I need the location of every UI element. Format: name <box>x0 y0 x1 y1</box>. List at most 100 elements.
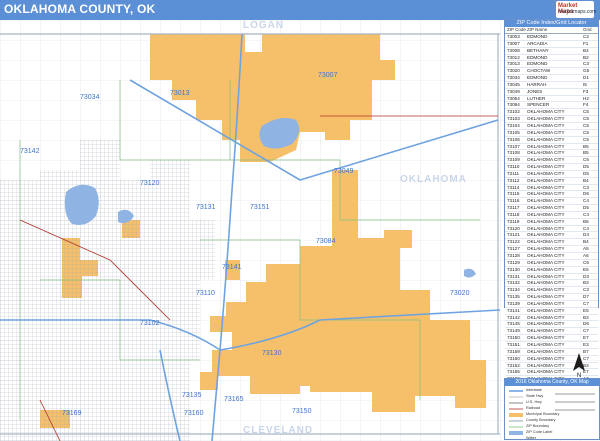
locator-row: 73130 OKLAHOMA CITY E6 <box>505 267 598 274</box>
row-grid: D6 <box>583 321 589 327</box>
locator-row: 73102 OKLAHOMA CITY C5 <box>505 109 598 117</box>
locator-row: 73007 ARCADIA F1 <box>505 41 598 48</box>
zip-label: 73135 <box>182 392 202 399</box>
locator-row: 73145 OKLAHOMA CITY D6 <box>505 321 598 329</box>
row-name: OKLAHOMA CITY <box>527 341 565 347</box>
locator-row: 73003 EDMOND C2 <box>505 34 598 41</box>
locator-row: 73116 OKLAHOMA CITY C4 <box>505 198 598 206</box>
row-grid: C2 <box>583 34 589 39</box>
row-grid: B5 <box>583 143 589 149</box>
brand-url: marketmaps.com <box>558 9 597 15</box>
locator-row: 73105 OKLAHOMA CITY C5 <box>505 130 598 137</box>
row-grid: D5 <box>583 205 589 211</box>
row-zip: 73106 <box>507 136 520 142</box>
locator-row: 73149 OKLAHOMA CITY C7 <box>505 328 598 336</box>
col-name-header: ZIP Name <box>527 27 548 32</box>
row-zip: 73107 <box>507 143 520 149</box>
row-zip: 73105 <box>507 129 520 135</box>
row-name: OKLAHOMA CITY <box>527 205 565 211</box>
county-label-north: LOGAN <box>243 20 285 31</box>
locator-row: 73013 EDMOND C3 <box>505 61 598 69</box>
row-name: LUTHER <box>527 95 546 101</box>
locator-row: 73134 OKLAHOMA CITY C3 <box>505 287 598 295</box>
row-name: OKLAHOMA CITY <box>527 109 565 115</box>
legend-item: Railroad <box>526 406 541 410</box>
locator-row: 73121 OKLAHOMA CITY D4 <box>505 232 598 240</box>
map-legend: 2016 Oklahoma County, OK Map Interstate S… <box>504 378 600 440</box>
locator-row: 73108 OKLAHOMA CITY B5 <box>505 150 598 158</box>
row-zip: 73142 <box>507 314 520 320</box>
row-name: OKLAHOMA CITY <box>527 300 565 306</box>
row-zip: 73149 <box>507 328 520 334</box>
locator-row: 73135 OKLAHOMA CITY D7 <box>505 294 598 301</box>
legend-item: State Hwy <box>526 394 544 398</box>
row-name: OKLAHOMA CITY <box>527 314 565 320</box>
row-grid: E5 <box>583 307 589 313</box>
row-grid: D1 <box>583 75 589 81</box>
row-zip: 73007 <box>507 40 520 46</box>
row-grid: C5 <box>583 122 589 128</box>
small-area-3 <box>200 372 218 390</box>
row-grid: I5 <box>583 81 587 87</box>
locator-row: 73129 OKLAHOMA CITY C6 <box>505 260 598 267</box>
row-zip: 73127 <box>507 246 520 252</box>
row-zip: 73162 <box>507 362 520 368</box>
row-name: OKLAHOMA CITY <box>527 362 565 368</box>
row-grid: E3 <box>583 341 589 347</box>
row-zip: 73114 <box>507 184 520 190</box>
zip-locator-panel: ZIP Code Index/Grid Locator ZIP Code ZIP… <box>504 19 599 404</box>
row-grid: D4 <box>583 232 589 238</box>
row-zip: 73119 <box>507 218 520 224</box>
row-zip: 73116 <box>507 198 520 204</box>
row-name: OKLAHOMA CITY <box>527 211 565 217</box>
zip-label: 73007 <box>318 72 338 79</box>
row-name: OKLAHOMA CITY <box>527 225 565 231</box>
locator-row: 73114 OKLAHOMA CITY C3 <box>505 185 598 192</box>
locator-row: 73109 OKLAHOMA CITY C6 <box>505 157 598 165</box>
row-grid: C3 <box>583 184 589 190</box>
row-zip: 73003 <box>507 34 520 39</box>
row-zip: 73165 <box>507 369 520 375</box>
locator-row: 73115 OKLAHOMA CITY D6 <box>505 191 598 199</box>
zip-label: 73110 <box>196 290 215 297</box>
row-zip: 73049 <box>507 88 520 94</box>
row-zip: 73111 <box>507 170 520 176</box>
row-grid: B6 <box>583 218 589 224</box>
row-name: SPENCER <box>527 102 550 108</box>
zip-label: 73141 <box>222 264 242 271</box>
row-zip: 73120 <box>507 225 520 231</box>
row-grid: H2 <box>583 95 589 101</box>
legend-title: 2016 Oklahoma County, OK Map <box>505 379 599 386</box>
row-zip: 73103 <box>507 116 520 122</box>
legend-item: Water <box>526 436 536 440</box>
row-name: ARCADIA <box>527 40 548 46</box>
row-name: OKLAHOMA CITY <box>527 266 565 272</box>
row-name: OKLAHOMA CITY <box>527 369 565 375</box>
locator-row: 73128 OKLAHOMA CITY A6 <box>505 253 598 260</box>
legend-item: County Boundary <box>526 418 556 422</box>
zip-label: 73142 <box>20 148 40 155</box>
row-grid: E6 <box>583 266 589 272</box>
legend-item: ZIP Code Label <box>526 430 553 434</box>
locator-row: 73131 OKLAHOMA CITY D3 <box>505 274 598 281</box>
row-name: OKLAHOMA CITY <box>527 143 565 149</box>
locator-row: 73054 LUTHER H2 <box>505 96 598 103</box>
row-name: OKLAHOMA CITY <box>527 177 565 183</box>
row-zip: 73139 <box>507 300 520 306</box>
zip-label: 73131 <box>196 204 216 211</box>
row-name: OKLAHOMA CITY <box>527 273 565 279</box>
row-name: OKLAHOMA CITY <box>527 157 565 163</box>
row-grid: B4 <box>583 177 589 183</box>
row-name: OKLAHOMA CITY <box>527 116 565 122</box>
row-zip: 73135 <box>507 294 520 300</box>
row-name: OKLAHOMA CITY <box>527 246 565 252</box>
row-zip: 73084 <box>507 102 520 108</box>
locator-row: 73119 OKLAHOMA CITY B6 <box>505 219 598 226</box>
row-grid: F1 <box>583 40 589 46</box>
row-zip: 73054 <box>507 95 520 101</box>
row-zip: 73118 <box>507 211 520 217</box>
row-zip: 73129 <box>507 259 520 265</box>
row-name: OKLAHOMA CITY <box>527 259 565 265</box>
row-zip: 73145 <box>507 321 520 327</box>
locator-row: 73141 OKLAHOMA CITY E5 <box>505 308 598 315</box>
